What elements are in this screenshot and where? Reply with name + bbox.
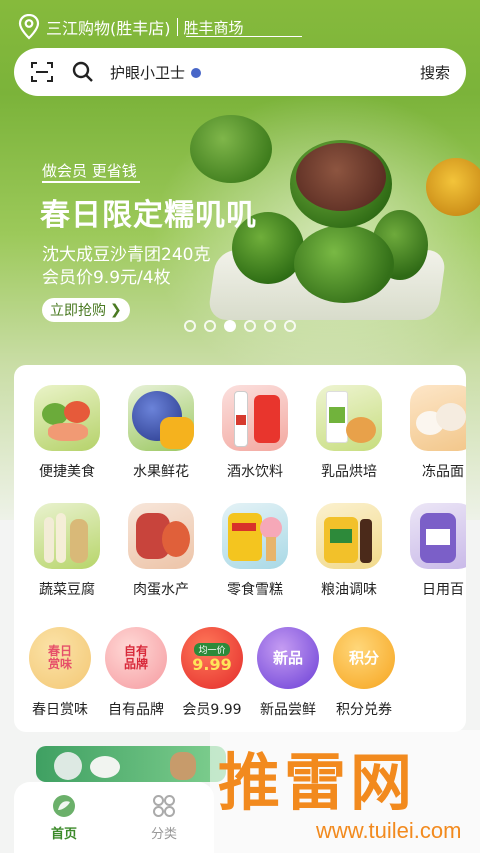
category-vegetables[interactable]: 蔬菜豆腐 — [20, 503, 114, 599]
category-label: 积分兑券 — [336, 702, 392, 718]
carousel-dots[interactable] — [184, 320, 296, 332]
category-label: 乳品烘培 — [321, 464, 377, 480]
branch-name[interactable]: 胜丰商场 — [184, 17, 250, 38]
banner-tagline: 做会员 更省钱 — [42, 162, 137, 180]
convenience-food-icon — [34, 385, 100, 451]
category-label: 零食雪糕 — [227, 582, 283, 598]
watermark-logo: 推雷网 — [218, 746, 417, 819]
new-products-icon: 新品 — [257, 627, 319, 689]
carousel-dot[interactable] — [204, 320, 216, 332]
dairy-icon — [316, 385, 382, 451]
location-pin-icon — [18, 14, 40, 40]
category-label: 水果鲜花 — [133, 464, 189, 480]
category-label: 酒水饮料 — [227, 464, 283, 480]
spring-taste-badge: 春日 赏味 — [47, 643, 72, 671]
member-999-badge: 9.99 — [192, 654, 232, 674]
location-divider — [176, 18, 178, 36]
category-convenience-food[interactable]: 便捷美食 — [20, 385, 114, 481]
points-coupon-badge: 积分 — [348, 648, 379, 667]
search-bar[interactable]: 护眼小卫士 搜索 — [14, 48, 466, 96]
search-input[interactable]: 护眼小卫士 — [110, 62, 420, 83]
chevron-right-icon: ❯ — [110, 302, 122, 318]
search-icon — [72, 61, 94, 83]
own-brand-icon: 自有 品牌 — [105, 627, 167, 689]
frozen-icon — [410, 385, 466, 451]
category-label: 粮油调味 — [321, 582, 377, 598]
fruit-icon — [128, 385, 194, 451]
points-coupon-icon: 积分 — [333, 627, 395, 689]
scan-icon[interactable] — [30, 60, 54, 84]
store-name[interactable]: 三江购物(胜丰店) — [46, 15, 171, 39]
own-brand-badge: 自有 品牌 — [123, 643, 148, 671]
category-new-products[interactable]: 新品 新品尝鲜 — [250, 627, 326, 719]
home-icon — [51, 793, 77, 819]
snacks-icon — [222, 503, 288, 569]
carousel-dot-active[interactable] — [224, 320, 236, 332]
category-drinks[interactable]: 酒水饮料 — [208, 385, 302, 481]
tab-home-label: 首页 — [50, 827, 77, 842]
vegetables-icon — [34, 503, 100, 569]
category-row-3: 春日 赏味 春日赏味 自有 品牌 自有品牌 均一价 9.99 会员9.99 新品 新… — [22, 627, 402, 719]
category-label: 会员9.99 — [182, 702, 242, 718]
carousel-dot[interactable] — [264, 320, 276, 332]
search-placeholder: 护眼小卫士 — [110, 63, 186, 82]
category-label: 冻品面 — [422, 464, 464, 480]
qingtuan-ball — [294, 225, 394, 303]
category-meat-seafood[interactable]: 肉蛋水产 — [114, 503, 208, 599]
category-member-999[interactable]: 均一价 9.99 会员9.99 — [174, 627, 250, 719]
category-fruit[interactable]: 水果鲜花 — [114, 385, 208, 481]
category-row-2: 蔬菜豆腐 肉蛋水产 零食雪糕 粮油调味 日用百 — [20, 503, 466, 599]
tab-category-label: 分类 — [150, 827, 177, 842]
category-spring-taste[interactable]: 春日 赏味 春日赏味 — [22, 627, 98, 719]
new-products-badge: 新品 — [272, 648, 303, 667]
carousel-dot[interactable] — [244, 320, 256, 332]
carousel-dot[interactable] — [284, 320, 296, 332]
promo-decoration — [54, 752, 82, 780]
drinks-icon — [222, 385, 288, 451]
member-999-top-label: 均一价 — [194, 642, 230, 656]
banner-title[interactable]: 春日限定糯叽叽 — [40, 190, 257, 234]
category-daily-goods[interactable]: 日用百 — [396, 503, 466, 599]
category-card: 便捷美食 水果鲜花 酒水饮料 乳品烘培 冻品面 蔬菜豆腐 肉蛋水产 零食雪糕 粮… — [14, 365, 466, 732]
category-label: 便捷美食 — [39, 464, 95, 480]
category-own-brand[interactable]: 自有 品牌 自有品牌 — [98, 627, 174, 719]
category-grain-oil[interactable]: 粮油调味 — [302, 503, 396, 599]
promo-decoration — [90, 756, 120, 778]
category-snacks[interactable]: 零食雪糕 — [208, 503, 302, 599]
bottom-tab-bar: 首页 分类 — [14, 782, 214, 853]
banner-product-name: 沈大成豆沙青团240克 — [42, 245, 211, 265]
red-bean-filling — [296, 143, 386, 211]
category-dairy[interactable]: 乳品烘培 — [302, 385, 396, 481]
grain-oil-icon — [316, 503, 382, 569]
category-points-coupon[interactable]: 积分 积分兑券 — [326, 627, 402, 719]
search-button[interactable]: 搜索 — [420, 62, 450, 83]
category-label: 春日赏味 — [32, 702, 88, 718]
carousel-dot[interactable] — [184, 320, 196, 332]
category-label: 日用百 — [422, 582, 464, 598]
category-label: 新品尝鲜 — [260, 702, 316, 718]
spring-taste-icon: 春日 赏味 — [29, 627, 91, 689]
category-label: 自有品牌 — [108, 702, 164, 718]
branch-underline — [186, 36, 302, 37]
banner-tagline-underline — [42, 181, 140, 183]
meat-seafood-icon — [128, 503, 194, 569]
location-bar[interactable]: 三江购物(胜丰店) 胜丰商场 — [18, 12, 250, 42]
tab-category[interactable]: 分类 — [114, 782, 214, 853]
category-grid-icon — [151, 793, 177, 819]
category-label: 肉蛋水产 — [133, 582, 189, 598]
daily-goods-icon — [410, 503, 466, 569]
buy-now-label: 立即抢购 — [50, 303, 106, 319]
yellow-ball — [426, 158, 480, 216]
qingtuan-ball — [190, 115, 272, 183]
category-row-1: 便捷美食 水果鲜花 酒水饮料 乳品烘培 冻品面 — [20, 385, 466, 481]
banner-price: 会员价9.9元/4枚 — [42, 268, 171, 288]
buy-now-button[interactable]: 立即抢购 ❯ — [42, 298, 130, 322]
watermark-url: www.tuilei.com — [316, 818, 462, 843]
category-frozen[interactable]: 冻品面 — [396, 385, 466, 481]
promo-decoration — [170, 752, 196, 780]
blueberry-emoji-icon — [190, 68, 201, 78]
tab-home[interactable]: 首页 — [14, 782, 114, 853]
member-999-icon: 均一价 9.99 — [181, 627, 243, 689]
category-label: 蔬菜豆腐 — [39, 582, 95, 598]
